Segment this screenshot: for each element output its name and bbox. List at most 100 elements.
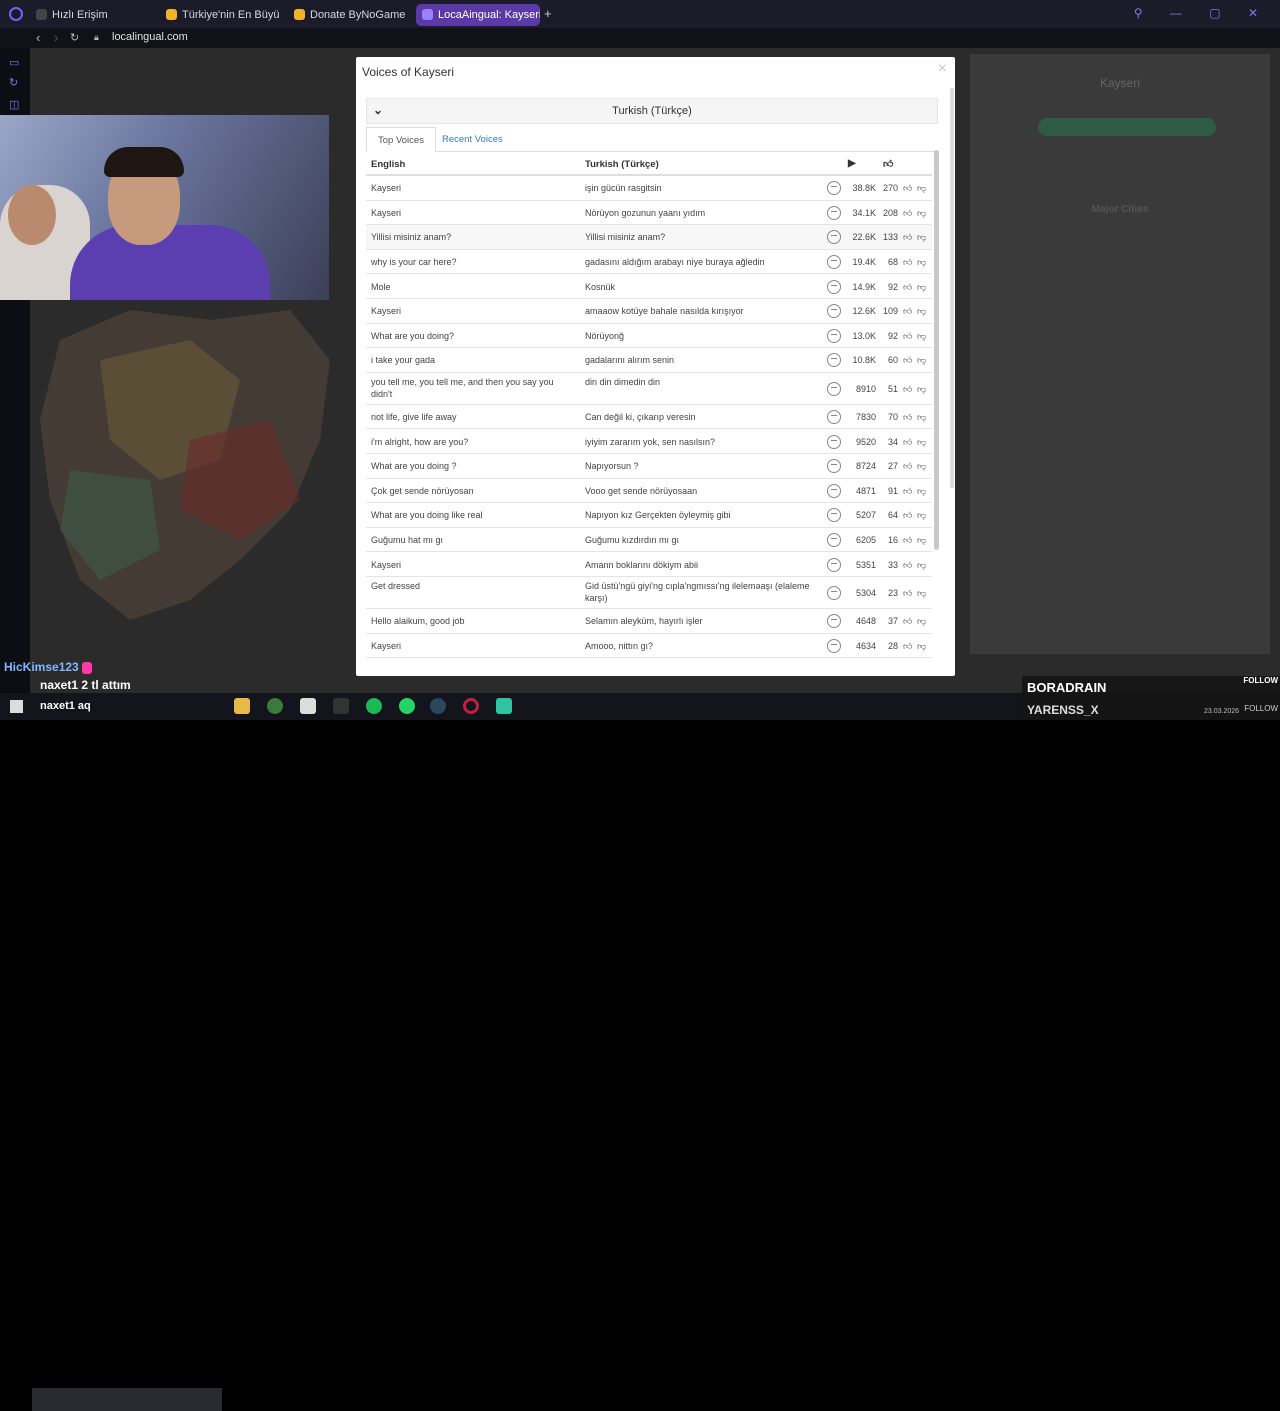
thumbs-down-icon[interactable]: 👎︎	[917, 509, 926, 521]
tab-top-voices[interactable]: Top Voices	[366, 127, 436, 152]
sidebar-icon[interactable]: ▭	[9, 56, 19, 69]
speaker-icon[interactable]	[827, 205, 841, 220]
taskbar-search[interactable]	[32, 1388, 222, 1411]
table-row[interactable]: not life, give life away Can değil ki, çı…	[366, 405, 932, 430]
opera-icon[interactable]	[463, 698, 479, 714]
table-row[interactable]: Get dressed Gid üstü'ngü giyi'ng cıpla'ng…	[366, 577, 932, 609]
thumbs-down-icon[interactable]: 👎︎	[917, 182, 926, 194]
thumbs-down-icon[interactable]: 👎︎	[917, 587, 926, 599]
speaker-icon[interactable]	[827, 459, 841, 474]
app-icon[interactable]	[496, 698, 512, 714]
thumbs-up-icon[interactable]: 👍︎	[903, 354, 912, 366]
thumbs-down-icon[interactable]: 👎︎	[917, 207, 926, 219]
modal-scrollbar[interactable]	[950, 88, 954, 488]
speaker-icon[interactable]	[827, 585, 841, 600]
thumbs-up-icon[interactable]: 👍︎	[903, 460, 912, 472]
table-row[interactable]: Guğumu hat mı gı Guğumu kızdırdın mı gı 62…	[366, 528, 932, 553]
speaker-icon[interactable]	[827, 533, 841, 548]
thumbs-up-icon[interactable]: 👍︎	[903, 587, 912, 599]
thumbs-down-icon[interactable]: 👎︎	[917, 411, 926, 423]
whatsapp-icon[interactable]	[399, 698, 415, 714]
browser-tab[interactable]: Donate ByNoGame - Gele	[288, 4, 408, 26]
sidebar-icon[interactable]: ◫	[9, 98, 19, 111]
table-row[interactable]: What are you doing ? Napıyorsun ? 8724 27 👍︎…	[366, 454, 932, 479]
speaker-icon[interactable]	[827, 279, 841, 294]
thumbs-down-icon[interactable]: 👎︎	[917, 485, 926, 497]
thumbs-up-icon[interactable]: 👍︎	[903, 559, 912, 571]
thumbs-up-icon[interactable]: 👍︎	[903, 281, 912, 293]
close-icon[interactable]: ×	[938, 60, 947, 78]
browser-tab[interactable]: Türkiye'nin En Büyük Oyun	[160, 4, 280, 26]
speaker-icon[interactable]	[827, 508, 841, 523]
table-scrollbar[interactable]	[934, 150, 939, 550]
table-row[interactable]: i'm alright, how are you? iyiyim zararım …	[366, 429, 932, 454]
speaker-icon[interactable]	[827, 255, 841, 270]
panel-action-button[interactable]	[1038, 118, 1216, 136]
speaker-icon[interactable]	[827, 614, 841, 629]
table-row[interactable]: i take your gada gadalarını alırım senin 1…	[366, 348, 932, 373]
table-row[interactable]: Mole Kosnük 14.9K 92 👍︎ 👎︎	[366, 274, 932, 299]
url-text[interactable]: localingual.com	[112, 31, 188, 43]
document-icon[interactable]	[300, 698, 316, 714]
table-row[interactable]: Kayseri Amooo, nittın gı? 4634 28 👍︎ 👎︎	[366, 634, 932, 659]
play-icon[interactable]: ▶	[848, 158, 856, 169]
thumbs-up-icon[interactable]: 👍︎	[903, 330, 912, 342]
browser-logo-icon[interactable]	[9, 7, 23, 21]
thumbs-down-icon[interactable]: 👎︎	[917, 305, 926, 317]
thumbs-down-icon[interactable]: 👎︎	[917, 330, 926, 342]
speaker-icon[interactable]	[827, 381, 841, 396]
thumbs-up-icon[interactable]: 👍︎	[903, 207, 912, 219]
speaker-icon[interactable]	[827, 434, 841, 449]
thumbs-down-icon[interactable]: 👎︎	[917, 256, 926, 268]
language-accordion[interactable]: ⌄ Turkish (Türkçe)	[366, 98, 938, 124]
table-row[interactable]: What are you doing? Nörüyonğ 13.0K 92 👍︎ 👎︎	[366, 324, 932, 349]
reload-icon[interactable]: ↻	[70, 31, 79, 44]
speaker-icon[interactable]	[827, 410, 841, 425]
thumbs-down-icon[interactable]: 👎︎	[917, 281, 926, 293]
table-row[interactable]: Kayseri Nörüyon gozunun yaanı yıdım 34.1K 2…	[366, 201, 932, 226]
thumbs-down-icon[interactable]: 👎︎	[917, 615, 926, 627]
windows-start-icon[interactable]	[10, 700, 23, 713]
thumbs-down-icon[interactable]: 👎︎	[917, 460, 926, 472]
browser-tab[interactable]: Hızlı Erişim	[30, 4, 150, 26]
speaker-icon[interactable]	[827, 328, 841, 343]
file-explorer-icon[interactable]	[234, 698, 250, 714]
speaker-icon[interactable]	[827, 304, 841, 319]
thumbs-up-icon[interactable]: 👍︎	[903, 182, 912, 194]
table-row[interactable]: why is your car here? gadasını aldığım ar…	[366, 250, 932, 275]
thumbs-up-icon[interactable]: 👍︎	[883, 158, 893, 170]
speaker-icon[interactable]	[827, 483, 841, 498]
table-row[interactable]: Yillisi misiniz anam? Yillisi misiniz ana…	[366, 225, 932, 250]
xbox-icon[interactable]	[267, 698, 283, 714]
table-row[interactable]: Kayseri Amann boklarını dökiym abii 5351 33…	[366, 552, 932, 577]
browser-tab-active[interactable]: LocaAingual: Kayseri	[416, 4, 540, 26]
table-row[interactable]: you tell me, you tell me, and then you s…	[366, 373, 932, 405]
thumbs-up-icon[interactable]: 👍︎	[903, 640, 912, 652]
speaker-icon[interactable]	[827, 181, 841, 196]
table-row[interactable]: Çok get sende nörüyosan Vooo get sende nö…	[366, 479, 932, 504]
thumbs-up-icon[interactable]: 👍︎	[903, 411, 912, 423]
sidebar-icon[interactable]: ↻	[9, 76, 18, 89]
thumbs-up-icon[interactable]: 👍︎	[903, 256, 912, 268]
thumbs-up-icon[interactable]: 👍︎	[903, 615, 912, 627]
table-row[interactable]: Kayseri işin gücün rasgitsin 38.8K 270 👍︎ 👎︎	[366, 176, 932, 201]
follow-label[interactable]: FOLLOW	[1244, 704, 1278, 713]
thumbs-up-icon[interactable]: 👍︎	[903, 534, 912, 546]
thumbs-up-icon[interactable]: 👍︎	[903, 485, 912, 497]
speaker-icon[interactable]	[827, 230, 841, 245]
thumbs-down-icon[interactable]: 👎︎	[917, 436, 926, 448]
thumbs-up-icon[interactable]: 👍︎	[903, 231, 912, 243]
thumbs-up-icon[interactable]: 👍︎	[903, 436, 912, 448]
tab-recent-voices[interactable]: Recent Voices	[431, 127, 514, 152]
window-controls-icon[interactable]: ⚲ — ▢ ✕	[1134, 6, 1270, 20]
speaker-icon[interactable]	[827, 557, 841, 572]
table-row[interactable]: What are you doing like real Napıyon kız …	[366, 503, 932, 528]
steam-icon[interactable]	[430, 698, 446, 714]
thumbs-up-icon[interactable]: 👍︎	[903, 305, 912, 317]
epic-games-icon[interactable]	[333, 698, 349, 714]
thumbs-down-icon[interactable]: 👎︎	[917, 354, 926, 366]
thumbs-down-icon[interactable]: 👎︎	[917, 559, 926, 571]
back-icon[interactable]: ‹	[36, 30, 40, 45]
thumbs-up-icon[interactable]: 👍︎	[903, 509, 912, 521]
speaker-icon[interactable]	[827, 353, 841, 368]
